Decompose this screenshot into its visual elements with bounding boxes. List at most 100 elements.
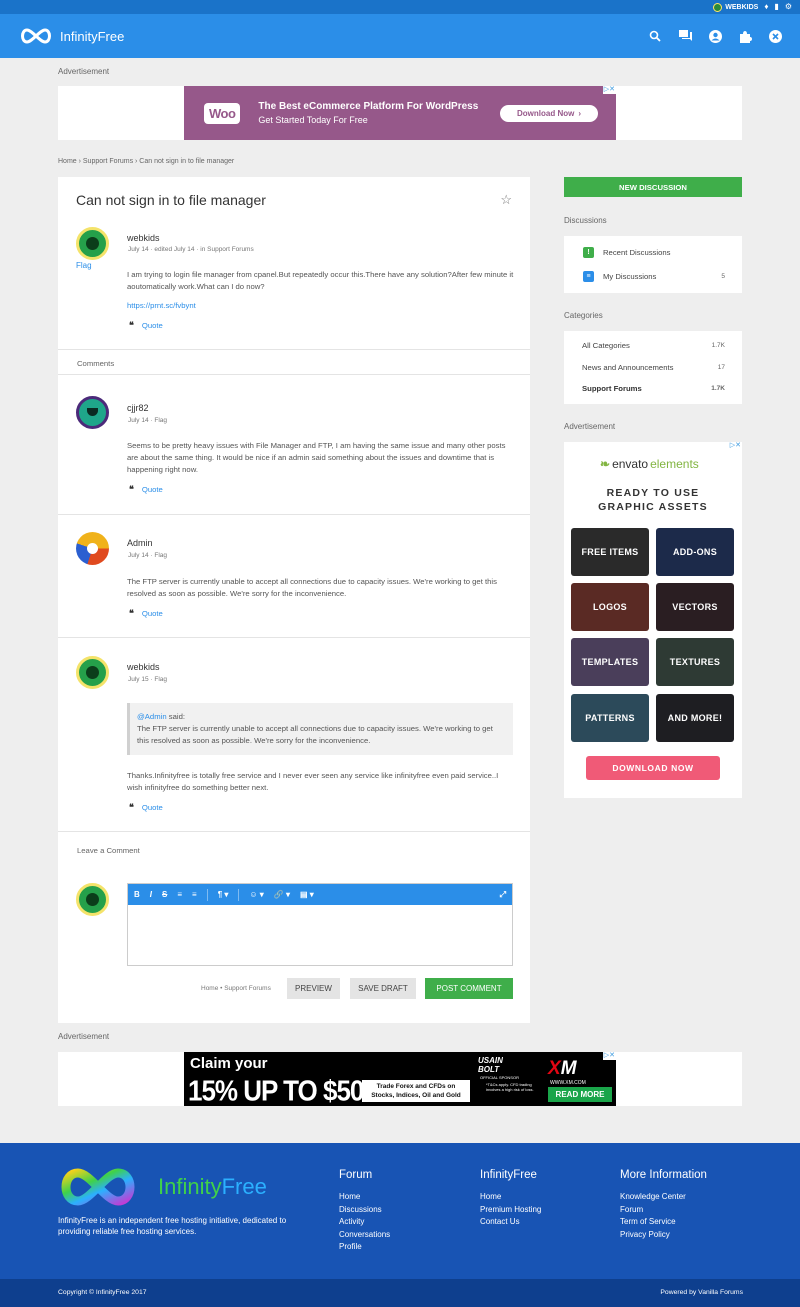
search-icon[interactable] bbox=[648, 29, 662, 43]
footer-link[interactable]: Contact Us bbox=[480, 1216, 541, 1229]
site-logo[interactable]: InfinityFree bbox=[18, 27, 124, 45]
footer-bottom-bar: Copyright © InfinityFree 2017 Powered by… bbox=[0, 1279, 800, 1307]
quote-button[interactable]: ❝ Quote bbox=[129, 608, 163, 619]
envato-tile[interactable]: LOGOS bbox=[571, 583, 649, 631]
comment-author[interactable]: Admin bbox=[127, 538, 153, 548]
footer-link[interactable]: Profile bbox=[339, 1241, 390, 1254]
close-icon[interactable] bbox=[768, 29, 782, 43]
footer-link[interactable]: Home bbox=[339, 1191, 390, 1204]
post-comment-button[interactable]: POST COMMENT bbox=[425, 978, 513, 999]
breadcrumb[interactable]: Home › Support Forums › Can not sign in … bbox=[58, 158, 234, 165]
footer-link[interactable]: Forum bbox=[620, 1204, 707, 1217]
sidebar-item-news[interactable]: News and Announcements 17 bbox=[564, 357, 742, 377]
footer-link[interactable]: Activity bbox=[339, 1216, 390, 1229]
account-icon[interactable] bbox=[708, 29, 722, 43]
document-button[interactable]: ▤ ▾ bbox=[300, 890, 314, 899]
footer-link[interactable]: Privacy Policy bbox=[620, 1229, 707, 1242]
footer-link[interactable]: Knowledge Center bbox=[620, 1191, 707, 1204]
bold-button[interactable]: B bbox=[134, 890, 140, 899]
sidebar-item-count: 5 bbox=[721, 272, 725, 280]
woo-ad-subtitle: Get Started Today For Free bbox=[258, 115, 368, 125]
top-strip: WEBKIDS ♦ ▮ ⚙ bbox=[0, 0, 800, 14]
footer-logo[interactable]: InfinityFree bbox=[58, 1167, 267, 1207]
quote-icon: ❝ bbox=[129, 484, 134, 494]
xm-read-more-button[interactable]: READ MORE bbox=[548, 1087, 612, 1102]
comment-author[interactable]: cjjr82 bbox=[127, 403, 149, 413]
ad-close-icon[interactable]: ▷✕ bbox=[602, 1052, 616, 1060]
envato-tile[interactable]: PATTERNS bbox=[571, 694, 649, 742]
envato-tile[interactable]: TEMPLATES bbox=[571, 638, 649, 686]
envato-tile[interactable]: ADD-ONS bbox=[656, 528, 734, 576]
sidebar-item-support-forums[interactable]: Support Forums 1.7K bbox=[564, 378, 742, 398]
footer-link[interactable]: Home bbox=[480, 1191, 541, 1204]
footer-link[interactable]: Premium Hosting bbox=[480, 1204, 541, 1217]
divider bbox=[58, 637, 530, 638]
envato-tile[interactable]: TEXTURES bbox=[656, 638, 734, 686]
username: WEBKIDS bbox=[725, 3, 759, 11]
expand-icon[interactable]: ⤢ bbox=[500, 890, 506, 900]
woo-download-button[interactable]: Download Now › bbox=[500, 105, 598, 122]
sidebar-item-label: Recent Discussions bbox=[603, 247, 671, 257]
comment-author[interactable]: webkids bbox=[127, 662, 160, 672]
mention-link[interactable]: @Admin bbox=[137, 712, 167, 721]
footer-link[interactable]: Discussions bbox=[339, 1204, 390, 1217]
link-button[interactable]: 🔗 ▾ bbox=[274, 890, 290, 899]
sidebar-item-all-categories[interactable]: All Categories 1.7K bbox=[564, 335, 742, 355]
powered-by[interactable]: Powered by Vanilla Forums bbox=[660, 1289, 743, 1296]
bell-icon[interactable]: ♦ bbox=[764, 3, 768, 11]
new-discussion-button[interactable]: NEW DISCUSSION bbox=[564, 177, 742, 197]
settings-icon[interactable]: ⚙ bbox=[785, 3, 792, 11]
comment-editor[interactable]: B I S ≡ ≡ ¶ ▾ ☺ ▾ 🔗 ▾ ▤ ▾ ⤢ bbox=[127, 883, 513, 966]
save-draft-button[interactable]: SAVE DRAFT bbox=[350, 978, 416, 999]
user-menu[interactable]: WEBKIDS bbox=[713, 2, 759, 12]
preview-button[interactable]: PREVIEW bbox=[287, 978, 340, 999]
envato-download-button[interactable]: DOWNLOAD NOW bbox=[586, 756, 720, 780]
avatar[interactable] bbox=[76, 396, 109, 429]
post-link[interactable]: https://prnt.sc/fvbynt bbox=[127, 301, 196, 310]
sidebar-item-my-discussions[interactable]: ≡ My Discussions 5 bbox=[564, 266, 742, 286]
bookmark-icon[interactable]: ▮ bbox=[774, 3, 778, 11]
flag-link[interactable]: Flag bbox=[76, 261, 92, 270]
xm-sponsor: USAIN BOLT bbox=[478, 1056, 503, 1074]
divider bbox=[58, 374, 530, 375]
xm-disclaimer: *T&Cs apply. CFD trading involves a high… bbox=[486, 1082, 534, 1092]
divider bbox=[58, 349, 530, 350]
bullet-list-icon[interactable]: ≡ bbox=[192, 890, 197, 899]
quote-button[interactable]: ❝ Quote bbox=[129, 484, 163, 495]
strike-button[interactable]: S bbox=[162, 890, 167, 899]
footer-link[interactable]: Conversations bbox=[339, 1229, 390, 1242]
woocommerce-ad[interactable]: Woo The Best eCommerce Platform For Word… bbox=[184, 86, 616, 140]
envato-tile[interactable]: FREE ITEMS bbox=[571, 528, 649, 576]
blockquote: @Admin said: The FTP server is currently… bbox=[127, 703, 513, 755]
ad-close-icon[interactable]: ▷✕ bbox=[602, 86, 616, 94]
comment-body: Thanks.Infinityfree is totally free serv… bbox=[127, 771, 499, 792]
paragraph-format-button[interactable]: ¶ ▾ bbox=[218, 890, 229, 899]
editor-breadcrumb[interactable]: Home • Support Forums bbox=[201, 985, 271, 992]
footer-link[interactable]: Term of Service bbox=[620, 1216, 707, 1229]
blockquote-text: The FTP server is currently unable to ac… bbox=[137, 724, 493, 745]
avatar[interactable] bbox=[76, 532, 109, 565]
extensions-icon[interactable] bbox=[738, 29, 752, 43]
envato-tile[interactable]: VECTORS bbox=[656, 583, 734, 631]
envato-ad[interactable]: ▷✕ ❧ envato elements READY TO USE GRAPHI… bbox=[564, 442, 742, 798]
sidebar-item-recent-discussions[interactable]: ! Recent Discussions bbox=[564, 242, 742, 262]
quote-label: Quote bbox=[141, 803, 163, 812]
post-author[interactable]: webkids bbox=[127, 233, 160, 243]
avatar[interactable] bbox=[76, 656, 109, 689]
messages-icon[interactable] bbox=[678, 29, 692, 43]
avatar[interactable] bbox=[76, 227, 109, 260]
xm-ad[interactable]: Claim your 15% UP TO $500* USAINBOLT OFF… bbox=[184, 1052, 616, 1106]
comment-meta: July 14 · Flag bbox=[128, 417, 168, 424]
ordered-list-icon[interactable]: ≡ bbox=[177, 890, 182, 899]
quote-button[interactable]: ❝ Quote bbox=[129, 320, 163, 331]
sidebar-item-label: Support Forums bbox=[582, 383, 642, 393]
discussions-panel: ! Recent Discussions ≡ My Discussions 5 bbox=[564, 236, 742, 293]
envato-tile[interactable]: AND MORE! bbox=[656, 694, 734, 742]
quote-button[interactable]: ❝ Quote bbox=[129, 802, 163, 813]
emoji-button[interactable]: ☺ ▾ bbox=[249, 890, 263, 899]
footer-logo-free: Free bbox=[221, 1174, 267, 1199]
ad-close-icon[interactable]: ▷✕ bbox=[728, 442, 742, 450]
italic-button[interactable]: I bbox=[150, 890, 152, 899]
bookmark-star-icon[interactable]: ☆ bbox=[500, 192, 512, 208]
envato-headline-line2: GRAPHIC ASSETS bbox=[598, 501, 708, 513]
